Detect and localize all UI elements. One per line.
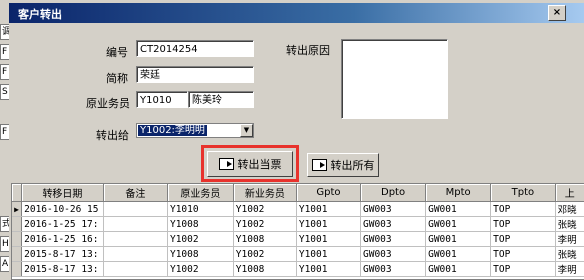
grid-cell[interactable]: GW003	[360, 201, 427, 217]
row-indicator-header	[12, 184, 23, 202]
grid-cell[interactable]: Y1002	[233, 216, 297, 232]
grid-cell[interactable]: GW001	[425, 231, 492, 247]
grid-cell[interactable]	[103, 216, 168, 232]
grid-cell[interactable]: Y1001	[296, 216, 362, 232]
grid-cell[interactable]: 2015-8-17 13:	[21, 246, 104, 262]
short-name-label: 简称	[106, 72, 128, 85]
grid-cell[interactable]: TOP	[490, 231, 556, 247]
transfer-icon	[218, 158, 234, 170]
grid-cell[interactable]: 2016-1-25 17:	[21, 216, 104, 232]
transfer-all-button[interactable]: 转出所有	[307, 153, 379, 177]
column-header[interactable]: 原业务员	[167, 184, 234, 202]
orig-sales-code-field[interactable]: Y1010	[136, 91, 188, 108]
transfer-to-select[interactable]: Y1002:李明明 ▼	[136, 123, 254, 138]
grid-cell[interactable]: Y1002	[167, 231, 234, 247]
table-row[interactable]: 2016-1-25 16: Y1002 Y1008 Y1001 GW003 GW…	[12, 231, 584, 247]
transfer-current-button[interactable]: 转出当票	[207, 151, 293, 177]
grid-cell[interactable]: TOP	[490, 201, 556, 217]
code-field[interactable]: CT2014254	[136, 40, 254, 57]
reason-label: 转出原因	[286, 44, 330, 57]
grid-cell[interactable]	[103, 201, 168, 217]
table-row[interactable]: 2015-8-17 13: Y1002 Y1008 Y1001 GW003 GW…	[12, 261, 584, 277]
grid-cell[interactable]: GW001	[425, 201, 492, 217]
grid-cell[interactable]: Y1001	[296, 231, 362, 247]
grid-cell[interactable]: Y1001	[296, 201, 362, 217]
transfer-current-label: 转出当票	[237, 158, 282, 171]
reason-textarea[interactable]	[341, 39, 448, 119]
grid-cell[interactable]: GW003	[360, 216, 427, 232]
grid-cell[interactable]: 2016-10-26 15	[21, 201, 104, 217]
grid-cell[interactable]: Y1008	[167, 216, 234, 232]
grid-cell[interactable]	[103, 261, 168, 277]
column-header[interactable]: Gpto	[296, 184, 362, 202]
grid-cell[interactable]	[103, 246, 168, 262]
grid-cell[interactable]: Y1002	[233, 201, 297, 217]
transfer-to-label: 转出给	[96, 129, 129, 142]
grid-cell[interactable]: 李明	[555, 261, 584, 277]
chevron-down-icon[interactable]: ▼	[240, 124, 253, 137]
grid-cell[interactable]: Y1008	[233, 261, 297, 277]
table-row[interactable]: ▶ 2016-10-26 15 Y1010 Y1002 Y1001 GW003 …	[12, 201, 584, 217]
column-header[interactable]: Mpto	[425, 184, 492, 202]
close-button[interactable]: ×	[548, 5, 566, 21]
dialog-title: 客户转出	[18, 8, 62, 21]
grid-cell[interactable]: 2015-8-17 13:	[21, 261, 104, 277]
history-table: 转移日期 备注 原业务员 新业务员 Gpto Dpto Mpto Tpto 上 …	[12, 184, 584, 277]
orig-sales-name-field[interactable]: 陈美玲	[188, 91, 254, 108]
grid-cell[interactable]: GW003	[360, 246, 427, 262]
transfer-history-grid[interactable]: 转移日期 备注 原业务员 新业务员 Gpto Dpto Mpto Tpto 上 …	[11, 183, 584, 280]
grid-cell[interactable]: Y1010	[167, 201, 234, 217]
grid-cell[interactable]: Y1001	[296, 261, 362, 277]
table-row[interactable]: 2016-1-25 17: Y1008 Y1002 Y1001 GW003 GW…	[12, 216, 584, 232]
grid-cell[interactable]: TOP	[490, 261, 556, 277]
grid-cell[interactable]: GW003	[360, 231, 427, 247]
column-header[interactable]: Dpto	[360, 184, 427, 202]
row-indicator	[12, 231, 23, 247]
row-indicator	[12, 261, 23, 277]
table-row[interactable]: 2015-8-17 13: Y1008 Y1002 Y1001 GW003 GW…	[12, 246, 584, 262]
dialog-titlebar[interactable]	[9, 3, 584, 23]
column-header[interactable]: 备注	[103, 184, 168, 202]
grid-cell[interactable]: 2016-1-25 16:	[21, 231, 104, 247]
transfer-all-label: 转出所有	[330, 159, 375, 172]
grid-cell[interactable]: Y1002	[233, 246, 297, 262]
grid-cell[interactable]: Y1008	[233, 231, 297, 247]
row-indicator	[12, 216, 23, 232]
grid-cell[interactable]: Y1002	[167, 261, 234, 277]
grid-cell[interactable]: GW001	[425, 261, 492, 277]
column-header[interactable]: 转移日期	[21, 184, 104, 202]
row-indicator	[12, 246, 23, 262]
orig-sales-label: 原业务员	[86, 97, 130, 110]
grid-cell[interactable]: 张晓	[555, 246, 584, 262]
grid-cell[interactable]: 张晓	[555, 216, 584, 232]
grid-cell[interactable]: GW001	[425, 216, 492, 232]
grid-cell[interactable]: 李明	[555, 231, 584, 247]
short-name-field[interactable]: 荣廷	[136, 66, 254, 83]
grid-cell[interactable]: GW003	[360, 261, 427, 277]
grid-cell[interactable]: TOP	[490, 246, 556, 262]
row-indicator: ▶	[12, 201, 23, 217]
grid-cell[interactable]: Y1001	[296, 246, 362, 262]
grid-header-row: 转移日期 备注 原业务员 新业务员 Gpto Dpto Mpto Tpto 上	[12, 184, 584, 202]
grid-cell[interactable]: GW001	[425, 246, 492, 262]
transfer-icon	[311, 159, 327, 171]
grid-cell[interactable]: 邓晓	[555, 201, 584, 217]
column-header[interactable]: 上	[555, 184, 584, 202]
transfer-to-value: Y1002:李明明	[138, 125, 207, 136]
grid-cell[interactable]: TOP	[490, 216, 556, 232]
grid-cell[interactable]	[103, 231, 168, 247]
column-header[interactable]: 新业务员	[233, 184, 297, 202]
column-header[interactable]: Tpto	[490, 184, 556, 202]
grid-cell[interactable]: Y1008	[167, 246, 234, 262]
code-label: 编号	[106, 46, 128, 59]
